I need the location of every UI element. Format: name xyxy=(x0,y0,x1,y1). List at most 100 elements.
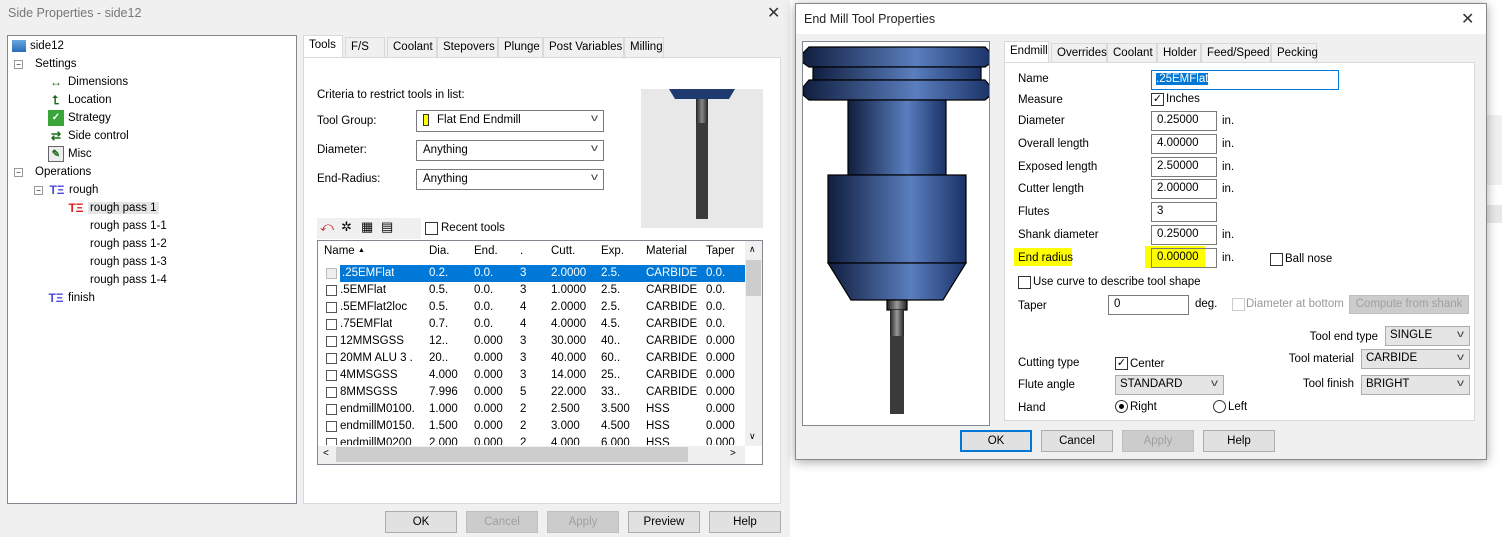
right-hand-radio[interactable] xyxy=(1115,400,1128,413)
collapse-icon[interactable]: − xyxy=(14,168,23,177)
column-header-material[interactable]: Material xyxy=(646,245,687,257)
tab-fs[interactable]: F/S xyxy=(345,37,385,57)
tree-side-control[interactable]: ⇄ Side control xyxy=(48,128,129,145)
field-input[interactable]: 2.50000 xyxy=(1151,157,1217,177)
tab-coolant[interactable]: Coolant xyxy=(387,37,437,57)
field-input[interactable]: 0.25000 xyxy=(1151,111,1217,131)
field-input[interactable]: 4.00000 xyxy=(1151,134,1217,154)
tree-rough-pass[interactable]: rough pass 1-1 xyxy=(90,218,167,235)
column-header-dia[interactable]: Dia. xyxy=(429,245,449,257)
ok-button[interactable]: OK xyxy=(960,430,1032,452)
tree-operations[interactable]: − Operations xyxy=(14,164,91,181)
compute-from-shank-button[interactable]: Compute from shank xyxy=(1349,295,1469,314)
column-header-exp[interactable]: Exp. xyxy=(601,245,624,257)
scroll-left-icon[interactable]: < xyxy=(323,448,329,459)
tool-material-select[interactable]: CARBIDE v xyxy=(1361,349,1470,369)
row-checkbox[interactable] xyxy=(326,421,337,432)
tab-stepovers[interactable]: Stepovers xyxy=(437,37,498,57)
properties-icon[interactable]: ▤ xyxy=(381,219,393,235)
ball-nose-checkbox[interactable] xyxy=(1270,253,1283,266)
horizontal-scrollbar[interactable]: < > xyxy=(318,446,745,464)
row-checkbox[interactable] xyxy=(326,404,337,415)
tree-root[interactable]: side12 xyxy=(12,38,64,55)
row-checkbox[interactable] xyxy=(326,285,337,296)
left-hand-radio[interactable] xyxy=(1213,400,1226,413)
close-icon[interactable]: ✕ xyxy=(767,3,780,23)
table-row[interactable]: endmillM0150. 1.500 0.000 2 3.000 4.500 HSS 0.0… xyxy=(318,418,746,435)
field-input[interactable]: 3 xyxy=(1151,202,1217,222)
tab-milling[interactable]: Milling xyxy=(624,37,664,57)
wand-icon[interactable]: ✲ xyxy=(341,219,352,235)
tree-dimensions[interactable]: ↔ Dimensions xyxy=(48,74,128,91)
inches-checkbox[interactable]: ✓ xyxy=(1151,93,1164,106)
tool-finish-select[interactable]: BRIGHT v xyxy=(1361,375,1470,395)
tool-group-select[interactable]: Flat End Endmill v xyxy=(416,110,604,132)
apply-button[interactable]: Apply xyxy=(1122,430,1194,452)
tab-coolant[interactable]: Coolant xyxy=(1107,43,1157,63)
table-row[interactable]: .5EMFlat 0.5. 0.0. 3 1.0000 2.5. CARBIDE 0.0. xyxy=(318,282,746,299)
tree-finish[interactable]: ΤΞ finish xyxy=(48,290,94,307)
tab-feed-speed[interactable]: Feed/Speed xyxy=(1201,43,1271,63)
row-checkbox[interactable] xyxy=(326,268,337,279)
taper-input[interactable]: 0 xyxy=(1108,295,1189,315)
help-button[interactable]: Help xyxy=(709,511,781,533)
center-checkbox[interactable]: ✓ xyxy=(1115,357,1128,370)
ok-button[interactable]: OK xyxy=(385,511,457,533)
table-row[interactable]: .5EMFlat2loc 0.5. 0.0. 4 2.0000 2.5. CARBIDE 0.… xyxy=(318,299,746,316)
scroll-thumb[interactable] xyxy=(746,260,761,296)
tree-location[interactable]: ⮤ Location xyxy=(48,92,111,109)
grid-icon[interactable]: ▦ xyxy=(361,219,373,235)
flute-angle-select[interactable]: STANDARD v xyxy=(1115,375,1224,395)
end-radius-select[interactable]: Anything v xyxy=(416,169,604,190)
row-checkbox[interactable] xyxy=(326,370,337,381)
tree-rough-pass[interactable]: rough pass 1-2 xyxy=(90,236,167,253)
tab-pecking[interactable]: Pecking xyxy=(1271,43,1318,63)
row-checkbox[interactable] xyxy=(326,438,337,445)
tree-rough-pass[interactable]: rough pass 1-4 xyxy=(90,272,167,289)
new-tool-icon[interactable]: ⤺ xyxy=(320,219,334,235)
field-input[interactable]: 0.00000 xyxy=(1151,248,1217,268)
tree-strategy[interactable]: ✓ Strategy xyxy=(48,110,111,127)
cancel-button[interactable]: Cancel xyxy=(466,511,538,533)
vertical-scrollbar[interactable]: ∧ ∨ xyxy=(745,241,762,446)
column-header-flutes[interactable]: . xyxy=(520,245,523,257)
row-checkbox[interactable] xyxy=(326,387,337,398)
collapse-icon[interactable]: − xyxy=(14,60,23,69)
column-header-cutt[interactable]: Cutt. xyxy=(551,245,575,257)
row-checkbox[interactable] xyxy=(326,353,337,364)
tab-tools[interactable]: Tools xyxy=(303,35,343,57)
row-checkbox[interactable] xyxy=(326,336,337,347)
tool-end-type-select[interactable]: SINGLE v xyxy=(1385,326,1470,346)
table-row[interactable]: .25EMFlat 0.2. 0.0. 3 2.0000 2.5. CARBIDE 0.0. xyxy=(326,265,746,282)
tree-rough-pass-1[interactable]: ΤΞ rough pass 1 xyxy=(68,200,159,217)
preview-button[interactable]: Preview xyxy=(628,511,700,533)
table-row[interactable]: 4MMSGSS 4.000 0.000 3 14.000 25.. CARBIDE 0.000 xyxy=(318,367,746,384)
tree-rough-pass[interactable]: rough pass 1-3 xyxy=(90,254,167,271)
tree-rough[interactable]: − ΤΞ rough xyxy=(34,182,98,199)
tab-overrides[interactable]: Overrides xyxy=(1051,43,1107,63)
scroll-down-icon[interactable]: ∨ xyxy=(749,431,756,442)
cancel-button[interactable]: Cancel xyxy=(1041,430,1113,452)
close-icon[interactable]: ✕ xyxy=(1461,9,1474,29)
recent-tools-checkbox[interactable] xyxy=(425,222,438,235)
table-row[interactable]: 12MMSGSS 12.. 0.000 3 30.000 40.. CARBIDE 0.000 xyxy=(318,333,746,350)
scroll-up-icon[interactable]: ∧ xyxy=(749,244,756,255)
tree-misc[interactable]: ✎ Misc xyxy=(48,146,92,163)
diameter-at-bottom-checkbox[interactable] xyxy=(1232,298,1245,311)
field-input[interactable]: 2.00000 xyxy=(1151,179,1217,199)
collapse-icon[interactable]: − xyxy=(34,186,43,196)
row-checkbox[interactable] xyxy=(326,319,337,330)
scroll-thumb[interactable] xyxy=(336,447,688,462)
tab-endmill[interactable]: Endmill xyxy=(1004,41,1049,63)
table-row[interactable]: endmillM0100. 1.000 0.000 2 2.500 3.500 HSS 0.0… xyxy=(318,401,746,418)
name-input[interactable]: .25EMFlat xyxy=(1151,70,1339,90)
row-checkbox[interactable] xyxy=(326,302,337,313)
table-row[interactable]: 20MM ALU 3 . 20.. 0.000 3 40.000 60.. CARBIDE 0… xyxy=(318,350,746,367)
apply-button[interactable]: Apply xyxy=(547,511,619,533)
tree-settings[interactable]: − Settings xyxy=(14,56,77,73)
tab-holder[interactable]: Holder xyxy=(1157,43,1201,63)
tab-post-variables[interactable]: Post Variables xyxy=(543,37,624,57)
tab-plunge[interactable]: Plunge xyxy=(498,37,543,57)
diameter-select[interactable]: Anything v xyxy=(416,140,604,161)
help-button[interactable]: Help xyxy=(1203,430,1275,452)
